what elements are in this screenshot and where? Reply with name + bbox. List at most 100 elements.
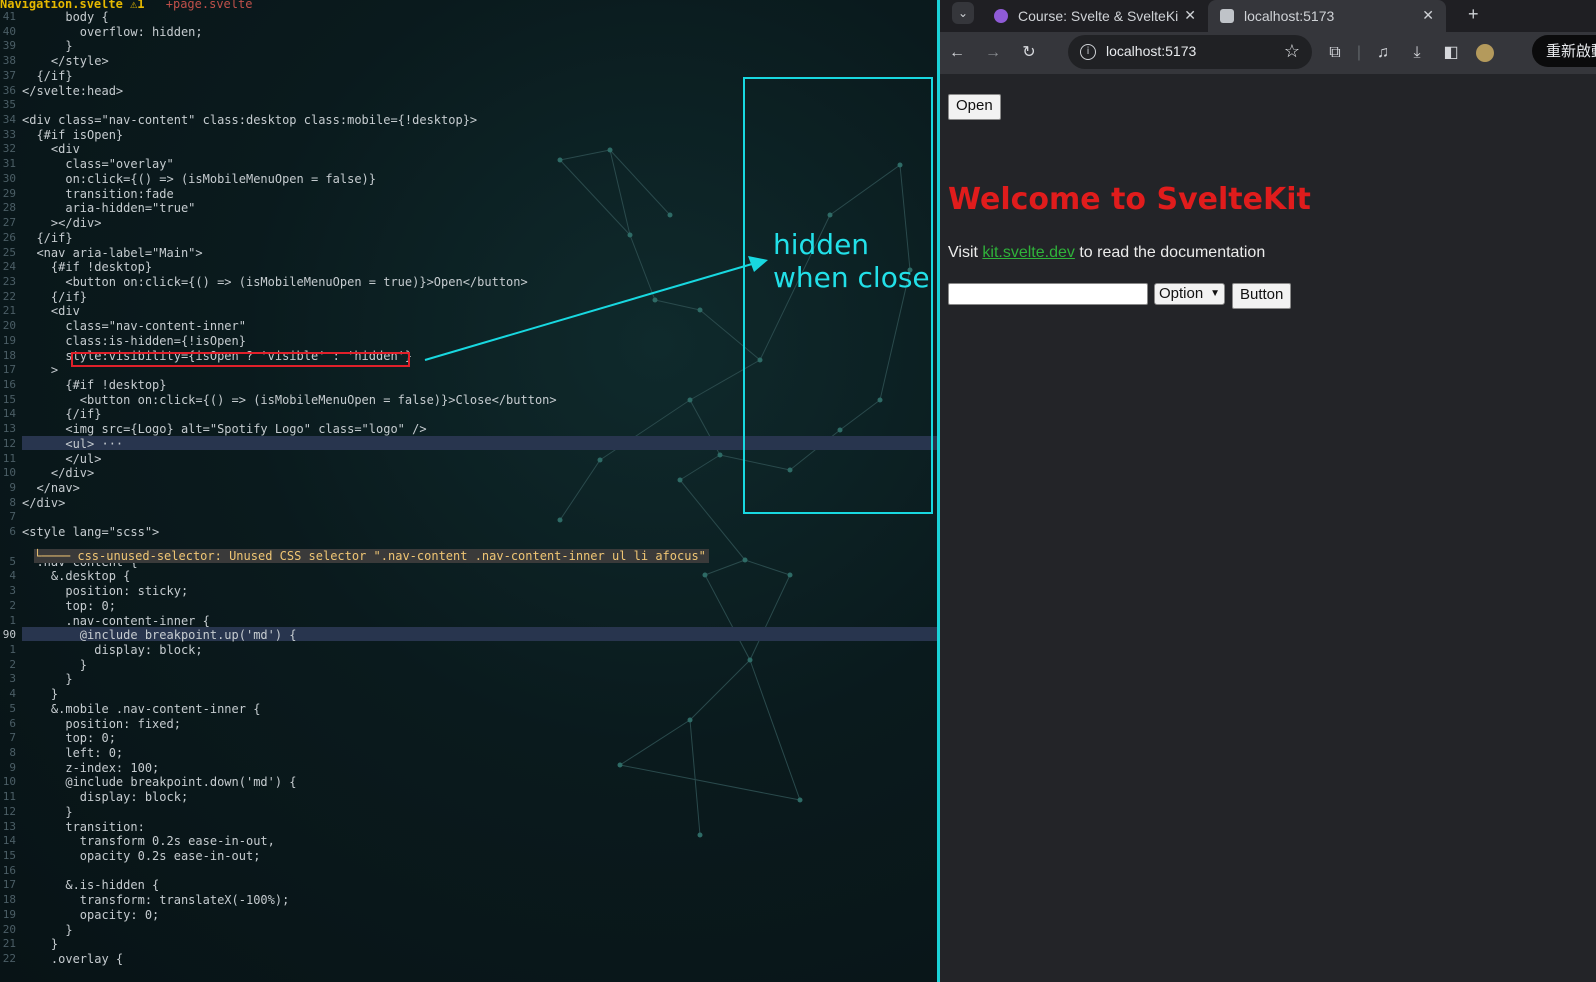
- line-number: 6: [9, 716, 16, 730]
- code-line: class:is-hidden={!isOpen}: [22, 333, 246, 348]
- page-paragraph: Visit kit.svelte.dev to read the documen…: [948, 244, 1265, 262]
- code-line: position: fixed;: [22, 716, 181, 731]
- line-number: 1: [9, 613, 16, 627]
- network-node: [747, 657, 753, 663]
- option-select[interactable]: Option ▼: [1154, 283, 1225, 305]
- editor-tab-page[interactable]: +page.svelte: [166, 0, 253, 10]
- line-number: 6: [9, 525, 16, 539]
- close-icon[interactable]: ✕: [1422, 7, 1434, 24]
- network-edge: [559, 149, 611, 161]
- download-icon[interactable]: ⤓: [1406, 42, 1428, 64]
- code-line: aria-hidden="true": [22, 201, 196, 216]
- page-button[interactable]: Button: [1232, 283, 1292, 309]
- code-line: ></div>: [22, 216, 102, 231]
- code-line: transform: translateX(-100%);: [22, 893, 290, 908]
- extensions-icon[interactable]: ⧉: [1324, 42, 1346, 64]
- back-icon[interactable]: ←: [946, 42, 968, 64]
- line-number: 28: [2, 201, 16, 215]
- network-edge: [629, 234, 656, 301]
- line-number: 3: [9, 672, 16, 686]
- line-number: 30: [2, 171, 16, 185]
- line-number: 31: [2, 157, 16, 171]
- line-number: 37: [2, 68, 16, 82]
- code-line: </svelte:head>: [22, 83, 124, 98]
- code-editor[interactable]: Navigation.svelte ⚠1 +page.svelte 41 bod…: [0, 0, 939, 982]
- media-control-icon[interactable]: ♫: [1372, 42, 1394, 64]
- line-number: 17: [2, 363, 16, 377]
- text-input[interactable]: [948, 283, 1148, 305]
- code-line: <nav aria-label="Main">: [22, 245, 203, 260]
- line-number: 14: [2, 834, 16, 848]
- line-number: 18: [2, 893, 16, 907]
- url-text: localhost:5173: [1106, 43, 1197, 59]
- line-number: 8: [9, 495, 16, 509]
- code-line: class="nav-content-inner": [22, 319, 246, 334]
- line-number: 32: [2, 142, 16, 156]
- line-number: 19: [2, 333, 16, 347]
- network-edge: [749, 574, 791, 661]
- reload-icon[interactable]: ↻: [1018, 42, 1040, 64]
- network-node: [677, 477, 683, 483]
- chevron-down-icon: ▼: [1210, 288, 1220, 299]
- code-line: &.desktop {: [22, 569, 131, 584]
- close-icon[interactable]: ✕: [1184, 7, 1196, 24]
- code-line: </style>: [22, 54, 109, 69]
- annotation-line: hidden: [773, 228, 870, 261]
- code-line: }: [22, 672, 73, 687]
- code-line: {#if isOpen}: [22, 127, 124, 142]
- browser-tab-course[interactable]: Course: Svelte & SvelteKi ✕: [984, 0, 1208, 32]
- code-line: <div: [22, 142, 80, 157]
- line-number: 21: [2, 937, 16, 951]
- code-line: <img src={Logo} alt="Spotify Logo" class…: [22, 422, 427, 437]
- docs-link[interactable]: kit.svelte.dev: [982, 244, 1074, 261]
- code-line: {/if}: [22, 230, 73, 245]
- network-node: [597, 457, 603, 463]
- line-number: 21: [2, 304, 16, 318]
- line-number: 41: [2, 10, 16, 23]
- open-button[interactable]: Open: [948, 94, 1001, 120]
- tab-search-button[interactable]: ⌄: [952, 2, 974, 24]
- code-line: display: block;: [22, 790, 189, 805]
- line-number: 9: [9, 481, 16, 495]
- address-bar[interactable]: i localhost:5173 ☆: [1068, 35, 1312, 69]
- forward-icon[interactable]: →: [982, 42, 1004, 64]
- code-line: overflow: hidden;: [22, 24, 203, 39]
- editor-tab-navigation[interactable]: Navigation.svelte ⚠1: [0, 0, 145, 11]
- code-line: transition:fade: [22, 186, 174, 201]
- line-number: 20: [2, 319, 16, 333]
- code-line: position: sticky;: [22, 584, 189, 599]
- restart-button[interactable]: 重新啟動: [1532, 35, 1596, 67]
- line-number: 11: [2, 451, 16, 465]
- code-line: {#if !desktop}: [22, 260, 153, 275]
- editor-tab-bar: Navigation.svelte ⚠1 +page.svelte: [0, 0, 266, 11]
- side-panel-icon[interactable]: ◧: [1440, 42, 1462, 64]
- code-line: </nav>: [22, 481, 80, 496]
- code-line: <div: [22, 304, 80, 319]
- bookmark-star-icon[interactable]: ☆: [1284, 41, 1300, 62]
- network-node: [607, 147, 613, 153]
- network-edge: [679, 454, 721, 481]
- page-title: Welcome to SvelteKit: [948, 182, 1311, 217]
- profile-avatar-icon[interactable]: [1474, 42, 1496, 64]
- browser-tab-localhost[interactable]: localhost:5173 ✕: [1208, 0, 1446, 32]
- network-edge: [749, 659, 801, 801]
- code-line: <button on:click={() => (isMobileMenuOpe…: [22, 274, 528, 289]
- line-number: 22: [2, 952, 16, 966]
- network-edge: [609, 149, 631, 236]
- line-number: 24: [2, 260, 16, 274]
- line-number: 34: [2, 113, 16, 127]
- warning-badge: ⚠1: [130, 0, 145, 11]
- network-edge: [559, 159, 631, 236]
- code-line: &.mobile .nav-content-inner {: [22, 701, 261, 716]
- new-tab-button[interactable]: +: [1468, 4, 1479, 25]
- site-info-icon[interactable]: i: [1080, 44, 1096, 60]
- code-line: opacity: 0;: [22, 907, 160, 922]
- network-edge: [654, 299, 701, 311]
- network-node: [697, 307, 703, 313]
- line-number: 33: [2, 127, 16, 141]
- network-edge: [559, 459, 601, 521]
- code-line: }: [22, 39, 73, 54]
- line-number: 1: [9, 642, 16, 656]
- line-number: 16: [2, 378, 16, 391]
- browser-window: ⌄ Course: Svelte & SvelteKi ✕ localhost:…: [940, 0, 1596, 982]
